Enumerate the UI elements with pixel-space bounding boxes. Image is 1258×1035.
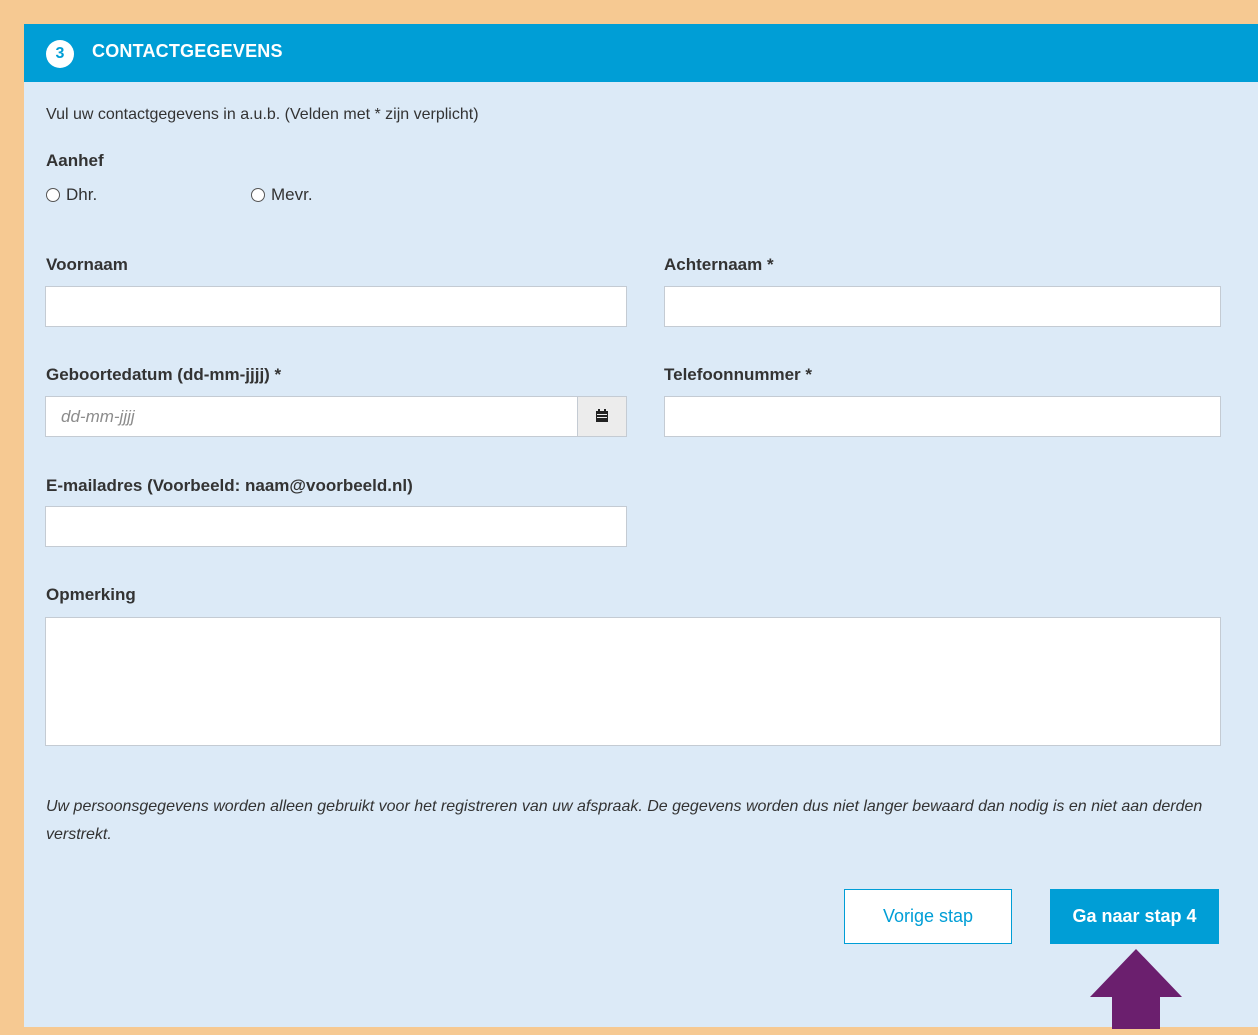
calendar-icon[interactable] bbox=[595, 409, 609, 423]
radio-dhr-label: Dhr. bbox=[66, 185, 98, 204]
birthdate-label: Geboortedatum (dd-mm-jjjj) * bbox=[46, 365, 282, 384]
first-name-label: Voornaam bbox=[46, 255, 128, 274]
previous-step-button[interactable]: Vorige stap bbox=[844, 889, 1012, 944]
birthdate-placeholder: dd-mm-jjjj bbox=[61, 407, 135, 426]
last-name-input[interactable] bbox=[664, 286, 1221, 327]
arrow-up-icon bbox=[1090, 949, 1182, 1029]
first-name-input[interactable] bbox=[45, 286, 627, 327]
radio-mevr-label: Mevr. bbox=[271, 185, 313, 204]
radio-dhr[interactable]: Dhr. bbox=[46, 185, 97, 205]
remark-label: Opmerking bbox=[46, 585, 136, 604]
radio-circle-icon[interactable] bbox=[46, 188, 60, 202]
section-header: 3 CONTACTGEGEVENS bbox=[24, 24, 1258, 82]
email-label: E-mailadres (Voorbeeld: naam@voorbeeld.n… bbox=[46, 476, 413, 495]
next-step-button[interactable]: Ga naar stap 4 bbox=[1050, 889, 1219, 944]
contact-form-panel: 3 CONTACTGEGEVENS Vul uw contactgegevens… bbox=[24, 24, 1258, 1029]
calendar-button[interactable] bbox=[577, 397, 626, 436]
phone-label: Telefoonnummer * bbox=[664, 365, 812, 384]
privacy-notice: Uw persoonsgegevens worden alleen gebrui… bbox=[46, 798, 1203, 843]
remark-textarea[interactable] bbox=[45, 617, 1221, 746]
step-number-badge: 3 bbox=[46, 40, 74, 68]
birthdate-input[interactable]: dd-mm-jjjj bbox=[45, 396, 627, 437]
phone-input[interactable] bbox=[664, 396, 1221, 437]
intro-text: Vul uw contactgegevens in a.u.b. (Velden… bbox=[46, 106, 479, 123]
radio-mevr[interactable]: Mevr. bbox=[251, 185, 313, 205]
email-input[interactable] bbox=[45, 506, 627, 547]
salutation-label: Aanhef bbox=[46, 151, 104, 170]
radio-circle-icon[interactable] bbox=[251, 188, 265, 202]
last-name-label: Achternaam * bbox=[664, 255, 774, 274]
section-title: CONTACTGEGEVENS bbox=[92, 41, 283, 61]
